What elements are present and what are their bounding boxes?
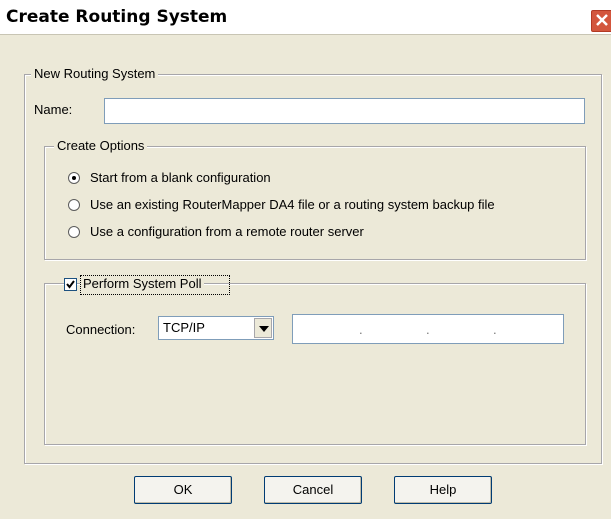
radio-label-blank-configuration: Start from a blank configuration xyxy=(90,170,271,185)
radio-label-existing-file: Use an existing RouterMapper DA4 file or… xyxy=(90,197,495,212)
window-title: Create Routing System xyxy=(6,7,228,27)
focus-rectangle xyxy=(80,275,230,295)
create-options-legend: Create Options xyxy=(54,138,148,154)
radio-existing-file[interactable] xyxy=(68,199,80,211)
dropdown-button[interactable] xyxy=(254,318,272,338)
radio-blank-configuration[interactable] xyxy=(68,172,80,184)
perform-system-poll-checkbox[interactable] xyxy=(64,278,77,291)
radio-label-remote-server: Use a configuration from a remote router… xyxy=(90,224,364,239)
close-icon xyxy=(596,14,608,26)
close-button[interactable] xyxy=(590,9,611,33)
ok-button[interactable]: OK xyxy=(134,476,232,504)
title-bar: Create Routing System xyxy=(0,0,611,35)
ip-address-input[interactable]: . . . xyxy=(292,314,564,344)
chevron-down-icon xyxy=(259,326,269,332)
help-button[interactable]: Help xyxy=(394,476,492,504)
ip-separator-3: . xyxy=(493,322,497,337)
connection-select[interactable]: TCP/IP xyxy=(158,316,274,340)
name-input[interactable] xyxy=(104,98,585,124)
ip-separator-1: . xyxy=(359,322,363,337)
radio-remote-server[interactable] xyxy=(68,226,80,238)
connection-label: Connection: xyxy=(66,322,136,337)
connection-value: TCP/IP xyxy=(163,320,205,335)
system-poll-group xyxy=(44,283,586,445)
checkmark-icon xyxy=(66,280,75,289)
ip-separator-2: . xyxy=(426,322,430,337)
cancel-button[interactable]: Cancel xyxy=(264,476,362,504)
new-routing-system-legend: New Routing System xyxy=(31,66,159,82)
name-label: Name: xyxy=(34,102,73,117)
